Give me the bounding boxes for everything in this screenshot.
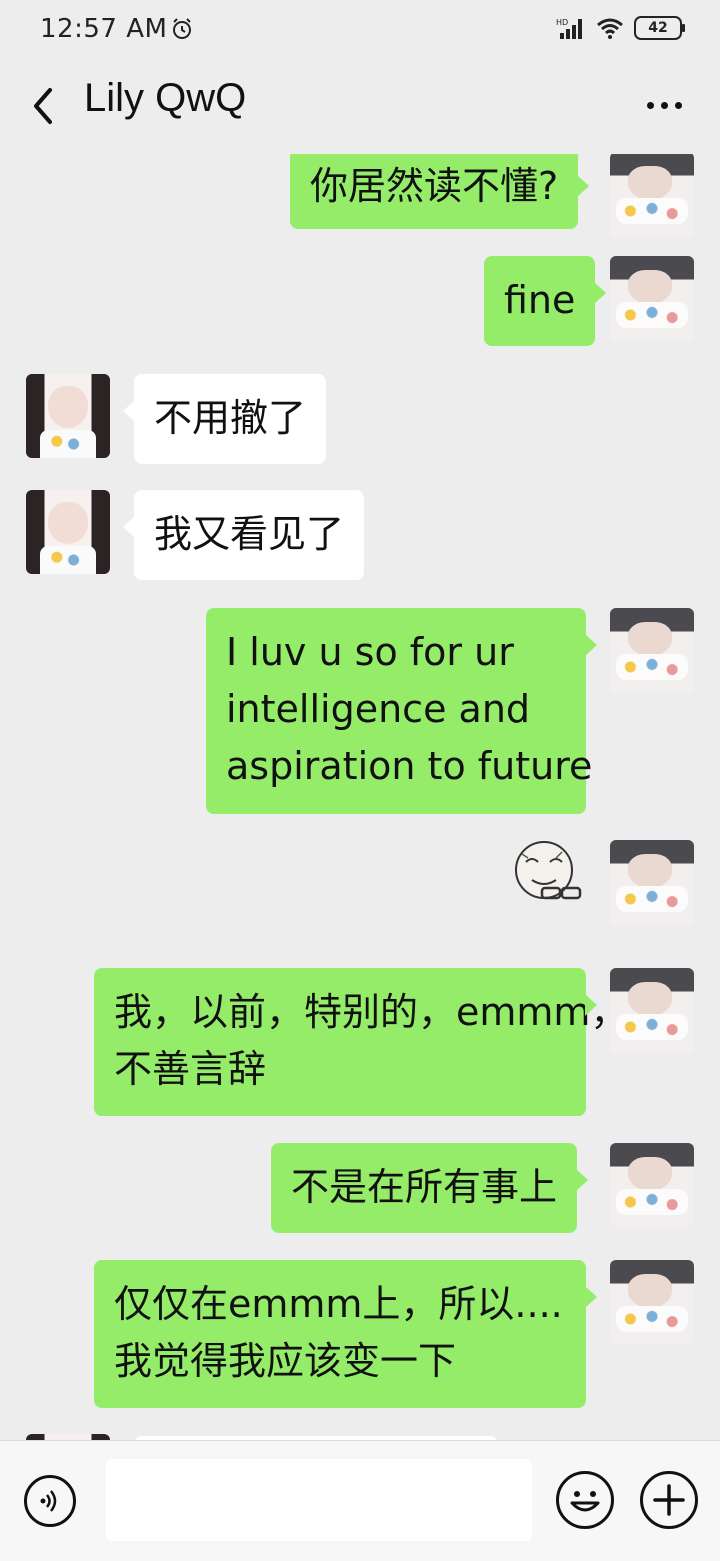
message-text: I luv u so for ur: [226, 630, 514, 674]
alarm-icon: [173, 18, 191, 39]
contact-avatar[interactable]: [26, 490, 110, 574]
my-avatar[interactable]: [610, 256, 694, 340]
message-text: 不用撤了: [154, 396, 307, 440]
my-avatar[interactable]: [610, 1143, 694, 1227]
more-functions-button[interactable]: [640, 1471, 698, 1529]
message-input[interactable]: [106, 1459, 532, 1541]
my-avatar[interactable]: [610, 154, 694, 236]
message-text: 我，以前，特别的，emmm，: [114, 990, 629, 1034]
status-bar: 12:57 AM HD 42: [0, 0, 720, 62]
message-bubble-sent[interactable]: 不是在所有事上: [271, 1143, 589, 1233]
status-time: 12:57 AM: [40, 14, 168, 44]
message-text: 仅仅在emmm上，所以....: [114, 1282, 563, 1326]
message-bubble-sent[interactable]: 我，以前，特别的，emmm， 不善言辞: [94, 968, 629, 1116]
my-avatar[interactable]: [610, 1260, 694, 1344]
emoji-button[interactable]: [556, 1471, 614, 1529]
message-text: aspiration to future: [226, 744, 593, 788]
message-text: 不善言辞: [114, 1047, 267, 1091]
message-bubble-sent[interactable]: 仅仅在emmm上，所以.... 我觉得我应该变一下: [94, 1260, 597, 1408]
message-text: fine: [504, 278, 576, 322]
message-text: 你居然读不懂?: [310, 164, 559, 208]
message-bubble-received[interactable]: 不用撤了: [122, 374, 327, 464]
meme-sticker-image[interactable]: [512, 840, 586, 902]
plus-icon: [653, 1484, 685, 1516]
message-list[interactable]: 你居然读不懂? fine 不用撤了 我又看见了 I luv u so for u…: [0, 154, 720, 1440]
message-text: 不是在所有事上: [291, 1165, 558, 1209]
voice-icon: [40, 1490, 57, 1512]
back-arrow-icon[interactable]: [28, 84, 58, 128]
message-text: intelligence and: [226, 687, 531, 731]
wifi-icon: [597, 18, 623, 39]
chat-header: Lily QwQ: [0, 62, 720, 154]
message-bubble-received[interactable]: 我又看见了: [122, 490, 365, 580]
my-avatar[interactable]: [610, 968, 694, 1052]
battery-indicator: 42: [634, 16, 685, 40]
signal-icon: HD: [556, 18, 582, 39]
my-avatar[interactable]: [610, 840, 694, 924]
voice-input-button[interactable]: [24, 1475, 76, 1527]
message-text: 我又看见了: [154, 512, 345, 556]
network-type-label: HD: [556, 18, 568, 27]
message-bubble-sent[interactable]: I luv u so for ur intelligence and aspir…: [206, 608, 597, 814]
chat-title: Lily QwQ: [84, 76, 247, 120]
message-bubble-sent[interactable]: fine: [484, 256, 607, 346]
more-options-icon[interactable]: [647, 102, 682, 109]
message-text: 我觉得我应该变一下: [114, 1339, 457, 1383]
message-bubble-sent[interactable]: 你居然读不懂?: [290, 154, 590, 229]
input-toolbar: [0, 1440, 720, 1561]
smiley-icon: [570, 1491, 600, 1512]
my-avatar[interactable]: [610, 608, 694, 692]
contact-avatar[interactable]: [26, 374, 110, 458]
